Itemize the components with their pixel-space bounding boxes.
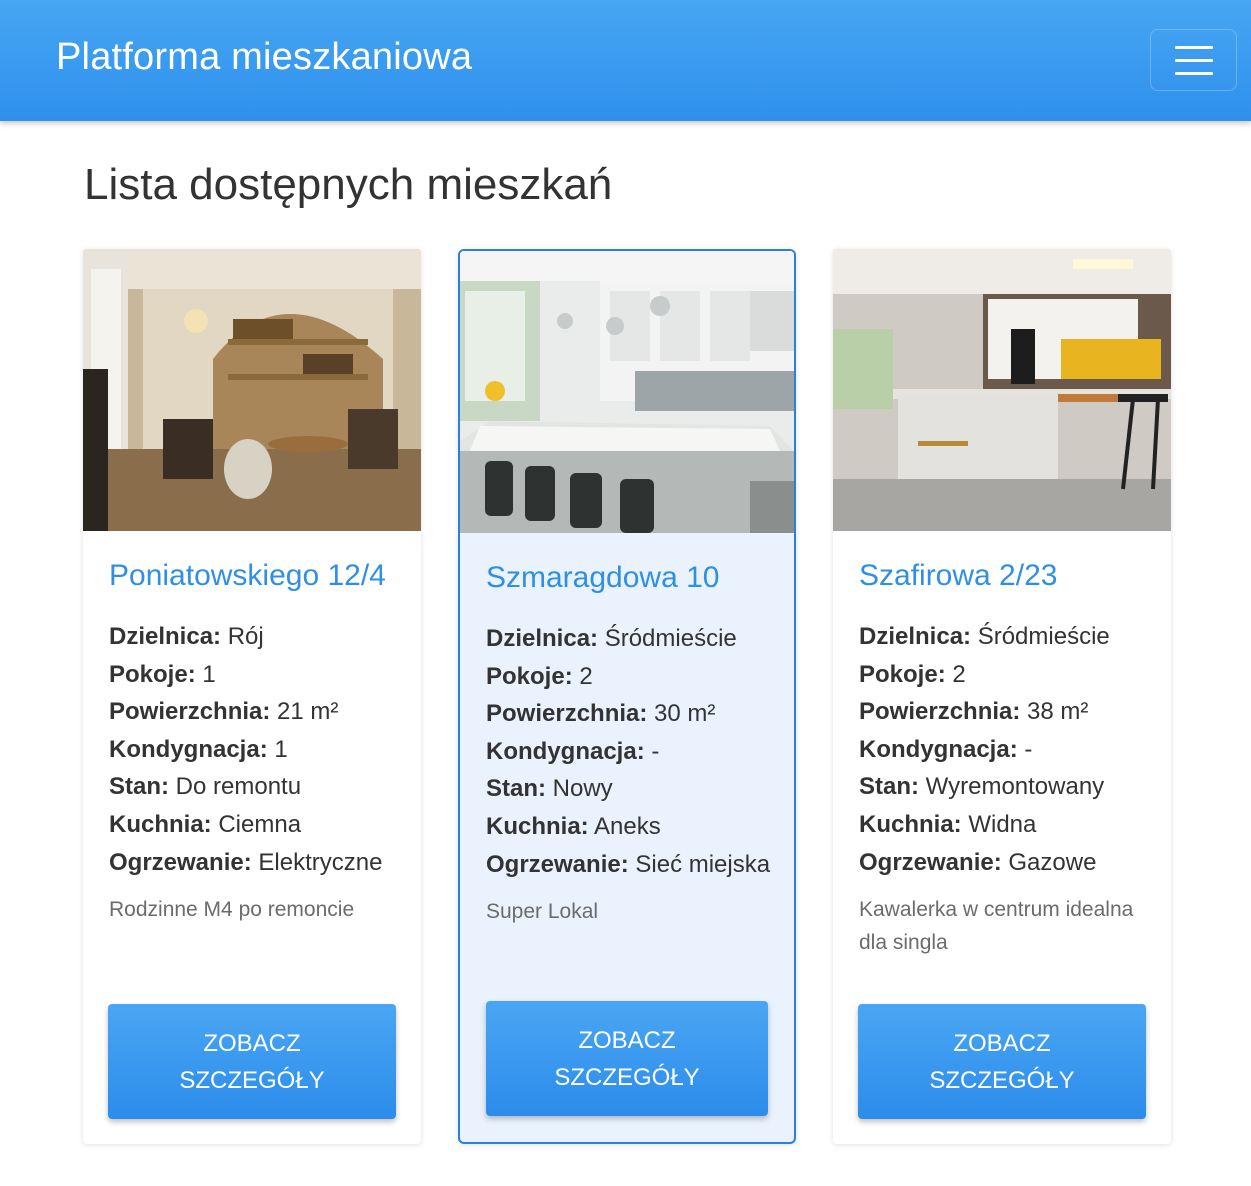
property-list: Dzielnica: Rój Pokoje: 1 Powierzchnia: 2… bbox=[109, 618, 401, 881]
page-title: Lista dostępnych mieszkań bbox=[84, 160, 613, 209]
district-value: Śródmieście bbox=[604, 625, 737, 652]
view-details-button[interactable]: ZOBACZ SZCZEGÓŁY bbox=[486, 1001, 768, 1116]
area-row: Powierzchnia: 38 m² bbox=[859, 693, 1151, 731]
heating-value: Sieć miejska bbox=[635, 850, 771, 878]
apartment-card: Szafirowa 2/23 Dzielnica: Śródmieście Po… bbox=[833, 249, 1171, 1144]
kitchen-label: Kuchnia: bbox=[109, 810, 212, 838]
floor-value: 1 bbox=[274, 735, 288, 763]
living-room-photo bbox=[83, 249, 421, 531]
floor-value: - bbox=[651, 737, 660, 765]
area-value: 30 m² bbox=[654, 700, 716, 728]
heating-row: Ogrzewanie: Sieć miejska bbox=[486, 846, 774, 884]
kitchen-value: Aneks bbox=[594, 812, 661, 840]
condition-row: Stan: Wyremontowany bbox=[859, 768, 1151, 806]
card-title[interactable]: Poniatowskiego 12/4 bbox=[109, 557, 401, 594]
white-kitchen-photo bbox=[460, 251, 794, 533]
card-description: Rodzinne M4 po remoncie bbox=[109, 898, 355, 922]
rooms-label: Pokoje: bbox=[486, 662, 573, 690]
condition-value: Do remontu bbox=[175, 773, 302, 801]
condition-row: Stan: Nowy bbox=[486, 770, 774, 808]
card-description: Super Lokal bbox=[486, 900, 599, 924]
modern-kitchen-photo bbox=[833, 249, 1171, 531]
condition-value: Wyremontowany bbox=[925, 773, 1105, 801]
view-details-button[interactable]: ZOBACZ SZCZEGÓŁY bbox=[858, 1004, 1146, 1119]
apartment-card: Poniatowskiego 12/4 Dzielnica: Rój Pokoj… bbox=[83, 249, 421, 1144]
rooms-value: 2 bbox=[952, 660, 966, 688]
rooms-row: Pokoje: 2 bbox=[859, 656, 1151, 694]
heating-value: Gazowe bbox=[1008, 848, 1097, 876]
area-value: 21 m² bbox=[277, 698, 339, 726]
floor-row: Kondygnacja: - bbox=[486, 733, 774, 771]
district-label: Dzielnica: bbox=[109, 623, 222, 650]
card-title[interactable]: Szmaragdowa 10 bbox=[486, 559, 774, 596]
card-body: Szafirowa 2/23 Dzielnica: Śródmieście Po… bbox=[859, 557, 1151, 959]
area-value: 38 m² bbox=[1027, 698, 1089, 726]
heating-row: Ogrzewanie: Gazowe bbox=[859, 844, 1151, 882]
rooms-row: Pokoje: 1 bbox=[109, 656, 401, 694]
kitchen-label: Kuchnia: bbox=[486, 812, 589, 840]
district-row: Dzielnica: Śródmieście bbox=[859, 618, 1151, 656]
card-body: Poniatowskiego 12/4 Dzielnica: Rój Pokoj… bbox=[109, 557, 401, 926]
condition-label: Stan: bbox=[486, 775, 546, 803]
area-label: Powierzchnia: bbox=[109, 698, 271, 726]
kitchen-row: Kuchnia: Ciemna bbox=[109, 806, 401, 844]
floor-row: Kondygnacja: 1 bbox=[109, 731, 401, 769]
kitchen-value: Ciemna bbox=[218, 810, 302, 838]
condition-label: Stan: bbox=[109, 773, 169, 801]
heating-label: Ogrzewanie: bbox=[109, 848, 252, 876]
heating-label: Ogrzewanie: bbox=[486, 850, 629, 878]
rooms-value: 1 bbox=[202, 660, 216, 688]
condition-label: Stan: bbox=[859, 773, 919, 801]
district-value: Śródmieście bbox=[977, 623, 1110, 650]
property-list: Dzielnica: Śródmieście Pokoje: 2 Powierz… bbox=[486, 620, 774, 883]
floor-value: - bbox=[1024, 735, 1033, 763]
heating-label: Ogrzewanie: bbox=[859, 848, 1002, 876]
view-details-button[interactable]: ZOBACZ SZCZEGÓŁY bbox=[108, 1004, 396, 1119]
floor-label: Kondygnacja: bbox=[486, 737, 645, 765]
heating-row: Ogrzewanie: Elektryczne bbox=[109, 844, 401, 882]
hamburger-line bbox=[1174, 71, 1213, 75]
area-label: Powierzchnia: bbox=[859, 698, 1021, 726]
district-row: Dzielnica: Śródmieście bbox=[486, 620, 774, 658]
navbar: Platforma mieszkaniowa bbox=[0, 0, 1251, 121]
district-value: Rój bbox=[227, 623, 264, 650]
floor-row: Kondygnacja: - bbox=[859, 731, 1151, 769]
area-row: Powierzchnia: 30 m² bbox=[486, 695, 774, 733]
card-title[interactable]: Szafirowa 2/23 bbox=[859, 557, 1151, 594]
area-label: Powierzchnia: bbox=[486, 700, 648, 728]
floor-label: Kondygnacja: bbox=[859, 735, 1018, 763]
card-body: Szmaragdowa 10 Dzielnica: Śródmieście Po… bbox=[486, 559, 774, 928]
rooms-row: Pokoje: 2 bbox=[486, 658, 774, 696]
condition-value: Nowy bbox=[552, 775, 613, 803]
condition-row: Stan: Do remontu bbox=[109, 768, 401, 806]
floor-label: Kondygnacja: bbox=[109, 735, 268, 763]
hamburger-menu-icon[interactable] bbox=[1150, 29, 1237, 91]
rooms-value: 2 bbox=[579, 662, 593, 690]
heating-value: Elektryczne bbox=[258, 848, 383, 876]
rooms-label: Pokoje: bbox=[109, 660, 196, 688]
property-list: Dzielnica: Śródmieście Pokoje: 2 Powierz… bbox=[859, 618, 1151, 881]
kitchen-row: Kuchnia: Widna bbox=[859, 806, 1151, 844]
district-label: Dzielnica: bbox=[859, 623, 972, 650]
kitchen-row: Kuchnia: Aneks bbox=[486, 808, 774, 846]
hamburger-line bbox=[1174, 45, 1213, 49]
card-description: Kawalerka w centrum idealna dla singla bbox=[859, 898, 1134, 955]
district-label: Dzielnica: bbox=[486, 625, 599, 652]
area-row: Powierzchnia: 21 m² bbox=[109, 693, 401, 731]
rooms-label: Pokoje: bbox=[859, 660, 946, 688]
kitchen-value: Widna bbox=[968, 810, 1037, 838]
hamburger-line bbox=[1174, 58, 1213, 62]
apartment-card-selected: Szmaragdowa 10 Dzielnica: Śródmieście Po… bbox=[458, 249, 796, 1144]
brand-link[interactable]: Platforma mieszkaniowa bbox=[56, 36, 472, 79]
kitchen-label: Kuchnia: bbox=[859, 810, 962, 838]
district-row: Dzielnica: Rój bbox=[109, 618, 401, 656]
